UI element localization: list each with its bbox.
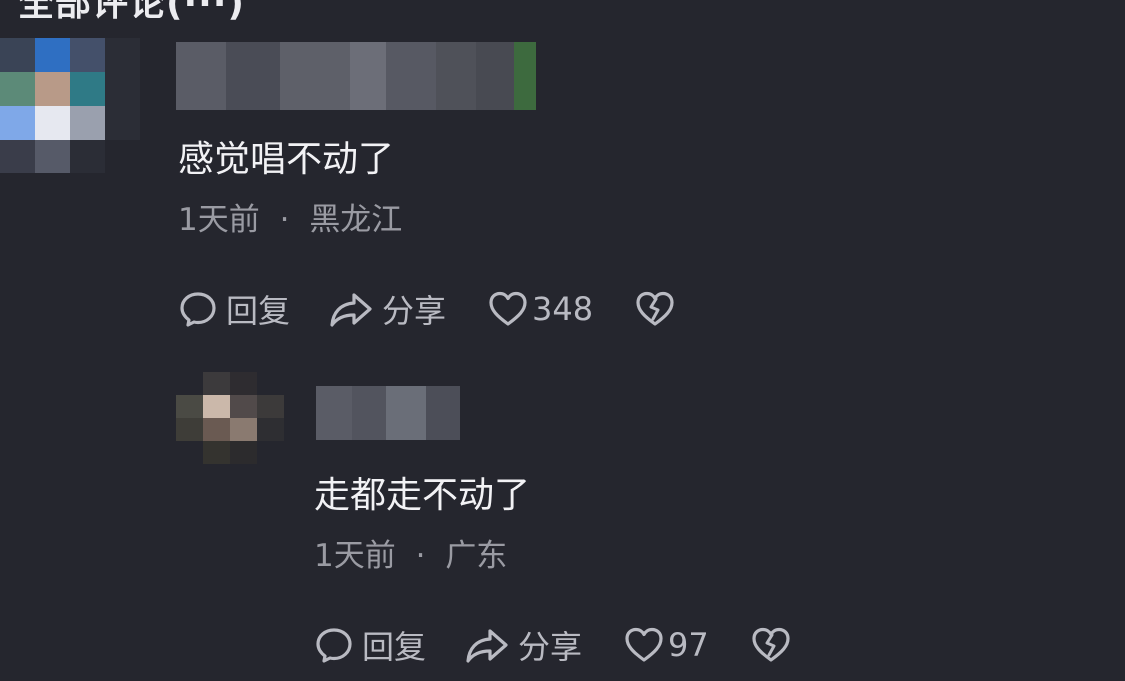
share-arrow-icon [328,289,374,329]
dislike-button[interactable] [751,625,791,665]
reply-label: 回复 [226,292,291,330]
reply-button[interactable]: 回复 [314,622,426,668]
username-blurred[interactable] [176,42,536,110]
comment-text: 走都走不动了 [314,475,531,516]
username-blurred[interactable] [316,386,460,440]
like-button[interactable]: 348 [488,289,593,329]
comment-text: 感觉唱不动了 [178,139,395,180]
comment-meta: 1天前 · 广东 [314,530,507,575]
share-label: 分享 [382,292,447,330]
comment-actions: 回复 分享 97 [314,622,791,668]
avatar[interactable] [176,372,284,464]
broken-heart-icon [635,289,675,329]
like-count: 348 [532,290,594,328]
share-button[interactable]: 分享 [328,286,446,332]
meta-separator: · [279,202,290,238]
share-arrow-icon [464,625,510,665]
heart-icon [488,289,528,329]
comment-item: 走都走不动了 1天前 · 广东 回复 分享 97 [176,372,1125,681]
meta-separator: · [415,538,426,574]
comment-location: 黑龙江 [309,202,403,238]
comment-bubble-icon [178,289,218,329]
reply-button[interactable]: 回复 [178,286,290,332]
comment-time: 1天前 [178,202,260,238]
heart-icon [624,625,664,665]
comment-actions: 回复 分享 348 [178,286,675,332]
broken-heart-icon [751,625,791,665]
comment-location: 广东 [445,538,508,574]
avatar[interactable] [0,38,140,173]
share-button[interactable]: 分享 [464,622,582,668]
comment-bubble-icon [314,625,354,665]
comments-header-title: 全部评论(···) [18,0,245,24]
share-label: 分享 [518,628,583,666]
like-count: 97 [668,626,709,664]
dislike-button[interactable] [635,289,675,329]
comment-time: 1天前 [314,538,396,574]
like-button[interactable]: 97 [624,625,709,665]
reply-label: 回复 [362,628,427,666]
comment-meta: 1天前 · 黑龙江 [178,194,402,239]
comment-item: 感觉唱不动了 1天前 · 黑龙江 回复 分享 348 [0,38,1125,338]
